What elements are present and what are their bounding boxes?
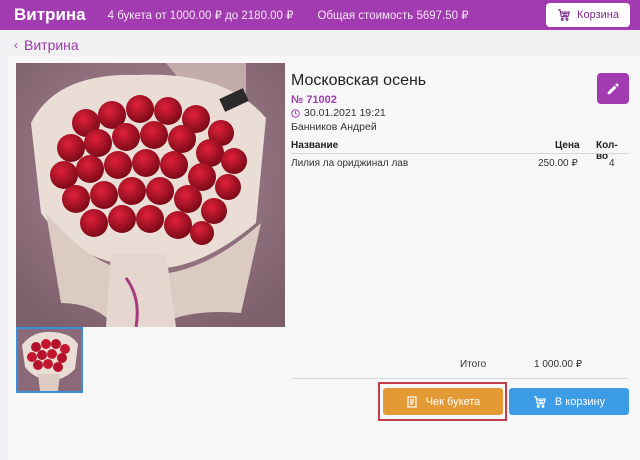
chevron-left-icon: ‹ [14,38,18,52]
top-bar: Витрина 4 букета от 1000.00 ₽ до 2180.00… [0,0,640,30]
cart-button[interactable]: Корзина [546,3,630,27]
total-value: 1 000.00 ₽ [534,359,583,370]
row-qty: 4 [609,158,615,169]
bouquets-summary: 4 букета от 1000.00 ₽ до 2180.00 ₽ [107,10,294,22]
receipt-button-label: Чек букета [425,395,481,408]
row-price: 250.00 ₽ [538,158,578,169]
table-divider [291,153,629,154]
column-name: Название [291,140,339,151]
add-to-cart-button[interactable]: В корзину [509,388,629,415]
edit-button[interactable] [597,73,629,104]
cart-button-label: Корзина [577,9,619,21]
pencil-icon [607,82,619,94]
column-price: Цена [555,140,580,151]
bouquet-thumbnail[interactable] [16,327,83,393]
cart-icon [534,395,546,408]
bouquet-date-row: 30.01.2021 19:21 [291,107,386,119]
bouquet-title: Московская осень [291,72,427,89]
add-to-cart-label: В корзину [554,395,606,408]
breadcrumb[interactable]: ‹ Витрина [14,37,79,53]
breadcrumb-label: Витрина [24,37,79,53]
bouquet-date: 30.01.2021 19:21 [304,107,386,119]
total-divider [291,378,629,379]
receipt-icon [407,395,417,408]
receipt-button[interactable]: Чек букета [383,388,503,415]
total-label: Итого [460,359,487,370]
row-name: Лилия ла ориджинал лав [291,158,409,169]
bouquet-author: Банников Андрей [291,121,377,133]
total-cost: Общая стоимость 5697.50 ₽ [317,10,469,22]
bouquet-number: № 71002 [291,94,337,106]
app-title: Витрина [14,5,86,24]
bouquet-photo [16,63,285,327]
cart-icon [558,9,571,21]
clock-icon [291,108,300,118]
